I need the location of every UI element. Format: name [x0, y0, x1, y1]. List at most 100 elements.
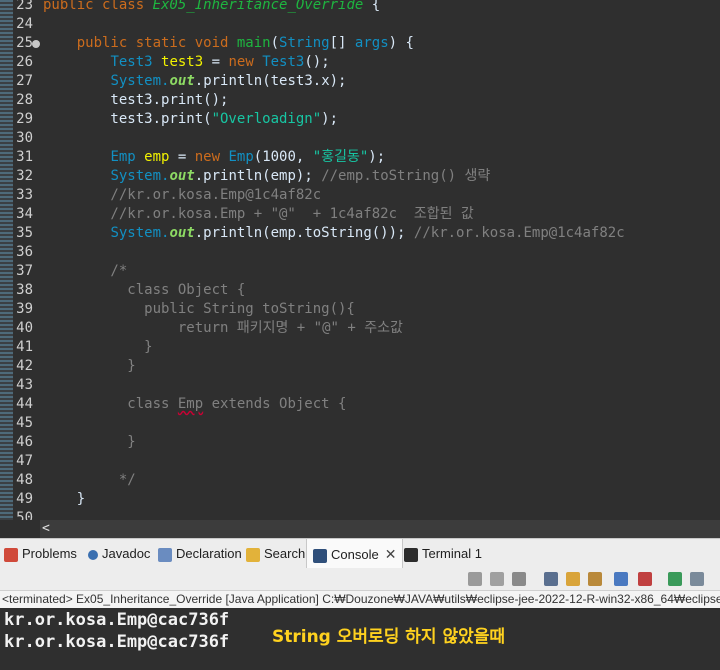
code-line[interactable]: 50 — [13, 509, 720, 520]
line-number: 35 — [16, 225, 33, 241]
console-output-line: kr.or.kosa.Emp@cac736f — [4, 610, 230, 630]
code-line[interactable]: 23 public class Ex05_Inheritance_Override… — [13, 0, 720, 15]
code-line[interactable]: 49 } — [13, 490, 720, 509]
code-text: class Emp extends Object { — [43, 395, 346, 414]
code-line[interactable]: 44 class Emp extends Object { — [13, 395, 720, 414]
code-token: [] — [329, 35, 355, 51]
code-line[interactable]: 40 return 패키지명 + "@" + 주소값 — [13, 319, 720, 338]
tab-console[interactable]: Console ✕ — [306, 539, 404, 569]
code-line[interactable]: 34 //kr.or.kosa.Emp + "@" + 1c4af82c 조합된… — [13, 205, 720, 224]
remove-all-icon[interactable] — [512, 572, 526, 586]
code-token: new — [228, 54, 263, 70]
javadoc-icon — [88, 549, 98, 560]
code-token: System. — [110, 73, 170, 89]
code-line[interactable]: 31 Emp emp = new Emp(1000, "홍길동"); — [13, 148, 720, 167]
line-number: 48 — [16, 472, 33, 488]
horizontal-scrollbar[interactable]: < — [40, 520, 720, 538]
code-token: //kr.or.kosa.Emp + "@" + 1c4af82c 조합된 값 — [43, 206, 474, 222]
tab-search[interactable]: Search — [246, 539, 305, 569]
clear-console-icon[interactable] — [544, 572, 558, 586]
code-token: (); — [304, 54, 330, 70]
word-wrap-icon[interactable] — [588, 572, 602, 586]
code-line[interactable]: 39 public String toString(){ — [13, 300, 720, 319]
terminate-icon[interactable] — [468, 572, 482, 586]
code-text: public static void main(String[] args) { — [43, 34, 414, 53]
show-on-output-icon[interactable] — [614, 572, 628, 586]
code-text: class Object { — [43, 281, 245, 300]
line-number: 25 — [16, 35, 33, 51]
code-token: "홍길동" — [312, 149, 369, 165]
tab-declaration-label: Declaration — [176, 546, 242, 561]
code-line[interactable]: 26 Test3 test3 = new Test3(); — [13, 53, 720, 72]
code-line[interactable]: 29 test3.print("Overloadign"); — [13, 110, 720, 129]
code-text: Emp emp = new Emp(1000, "홍길동"); — [43, 148, 385, 167]
code-line[interactable]: 30 — [13, 129, 720, 148]
line-number: 42 — [16, 358, 33, 374]
line-number: 40 — [16, 320, 33, 336]
code-token: */ — [43, 472, 136, 488]
code-token: public String toString(){ — [43, 301, 355, 317]
code-token: Emp — [110, 149, 145, 165]
code-token: public class — [43, 0, 153, 13]
code-token: } — [43, 434, 136, 450]
code-line[interactable]: 25 public static void main(String[] args… — [13, 34, 720, 53]
line-number: 29 — [16, 111, 33, 127]
code-line[interactable]: 28 test3.print(); — [13, 91, 720, 110]
tab-problems-label: Problems — [22, 546, 77, 561]
console-output-line: kr.or.kosa.Emp@cac736f — [4, 632, 230, 652]
code-line[interactable]: 41 } — [13, 338, 720, 357]
remove-launch-icon[interactable] — [490, 572, 504, 586]
tab-search-label: Search — [264, 546, 306, 561]
line-number: 49 — [16, 491, 33, 507]
code-token: Emp — [177, 396, 204, 412]
scroll-left-arrow[interactable]: < — [42, 520, 50, 538]
code-line[interactable]: 47 — [13, 452, 720, 471]
tab-problems[interactable]: Problems — [4, 539, 77, 569]
scroll-lock-icon[interactable] — [566, 572, 580, 586]
line-number: 50 — [16, 510, 33, 520]
code-line[interactable]: 38 class Object { — [13, 281, 720, 300]
tab-javadoc-label: Javadoc — [102, 546, 151, 561]
code-token: ); — [368, 149, 386, 165]
code-token: /* — [43, 263, 128, 279]
line-number: 38 — [16, 282, 33, 298]
code-line[interactable]: 36 — [13, 243, 720, 262]
tab-terminal[interactable]: Terminal 1 — [404, 539, 482, 569]
code-token: } — [43, 491, 86, 507]
code-line[interactable]: 27 System.out.println(test3.x); — [13, 72, 720, 91]
code-text: public class Ex05_Inheritance_Override { — [43, 0, 380, 15]
code-line[interactable]: 35 System.out.println(emp.toString()); /… — [13, 224, 720, 243]
code-text: test3.print("Overloadign"); — [43, 110, 338, 129]
code-line[interactable]: 42 } — [13, 357, 720, 376]
code-token: .println(emp); — [194, 168, 322, 184]
console-output[interactable]: kr.or.kosa.Emp@cac736f kr.or.kosa.Emp@ca… — [0, 608, 720, 670]
pin-console-icon[interactable] — [668, 572, 682, 586]
code-line[interactable]: 24 — [13, 15, 720, 34]
code-token: new — [194, 149, 229, 165]
code-token: } — [43, 339, 153, 355]
code-token: } — [43, 358, 136, 374]
display-console-icon[interactable] — [690, 572, 704, 586]
close-icon[interactable]: ✕ — [385, 539, 397, 569]
code-token: ); — [321, 111, 339, 127]
search-icon — [246, 547, 260, 562]
line-number: 32 — [16, 168, 33, 184]
code-token: { — [363, 0, 381, 13]
code-line[interactable]: 48 */ — [13, 471, 720, 490]
code-line[interactable]: 45 — [13, 414, 720, 433]
code-line[interactable]: 43 — [13, 376, 720, 395]
code-line[interactable]: 32 System.out.println(emp); //emp.toStri… — [13, 167, 720, 186]
tab-javadoc[interactable]: Javadoc — [88, 539, 150, 569]
code-token: .println(emp.toString()); — [194, 225, 414, 241]
code-token: System. — [110, 225, 170, 241]
tab-declaration[interactable]: Declaration — [158, 539, 242, 569]
show-on-error-icon[interactable] — [638, 572, 652, 586]
fold-toggle-icon[interactable] — [32, 40, 40, 48]
code-token: = — [203, 54, 229, 70]
code-line[interactable]: 33 //kr.or.kosa.Emp@1c4af82c — [13, 186, 720, 205]
code-editor[interactable]: 23 public class Ex05_Inheritance_Override… — [0, 0, 720, 520]
code-line[interactable]: 37 /* — [13, 262, 720, 281]
code-line[interactable]: 46 } — [13, 433, 720, 452]
